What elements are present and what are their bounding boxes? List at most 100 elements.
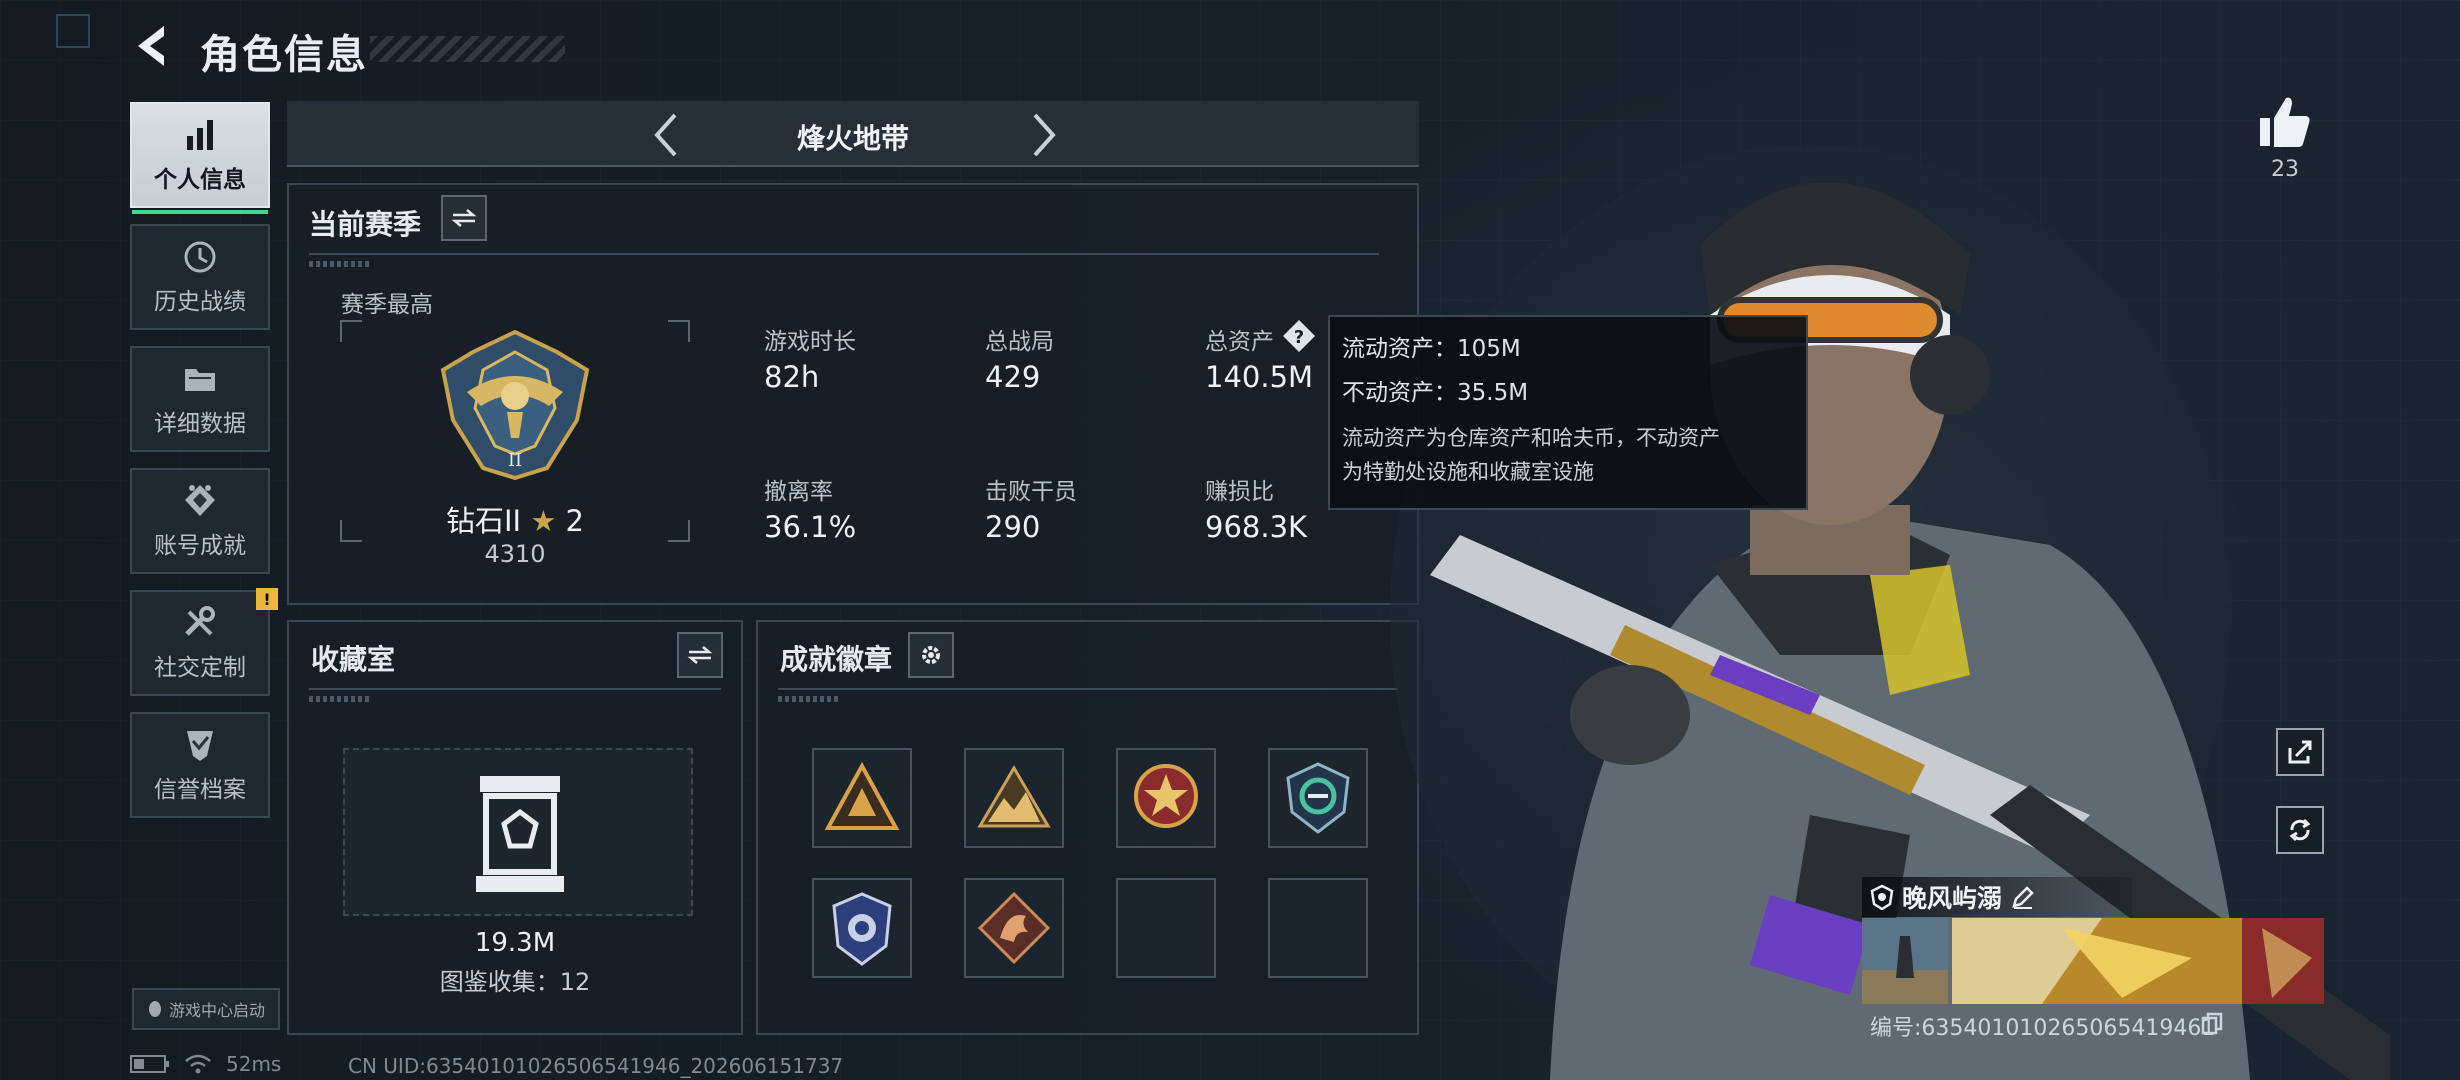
achievement-badge[interactable] [1116, 748, 1216, 848]
collection-value: 19.3M [474, 928, 556, 958]
display-case-icon [476, 776, 564, 892]
section-title: 成就徽章 [780, 643, 893, 676]
mode-title: 烽火地带 [796, 122, 909, 155]
share-icon [2288, 740, 2312, 764]
side-nav: 个人信息 历史战绩 详细数据 账号成就 ! 社交定制 信誉档案 [130, 102, 278, 834]
tooltip-liquid-assets: 流动资产：105M [1342, 336, 1521, 362]
rank-name-row: 钻石II ★ 2 [340, 498, 690, 540]
corner-decoration [56, 14, 90, 48]
status-bar: 52ms [130, 1052, 281, 1076]
star-medal-icon [1134, 764, 1198, 828]
like-count: 23 [2271, 157, 2299, 182]
section-title: 收藏室 [311, 643, 396, 676]
achievement-badge[interactable] [812, 878, 912, 978]
shield-check-icon [187, 731, 213, 761]
shield-emblem-icon [1286, 762, 1350, 834]
player-id: 编号:635401010265065419461 [1870, 1016, 2216, 1041]
season-highest-label: 赛季最高 [341, 292, 433, 318]
rank-frame: II 钻石II ★ 2 4310 [340, 320, 690, 568]
section-deco [778, 696, 838, 702]
game-center-launch-button[interactable]: 游戏中心启动 [132, 988, 280, 1030]
penguin-icon [148, 1001, 161, 1017]
stat-value-extract-rate: 36.1% [764, 510, 857, 544]
chevron-right-icon[interactable] [1023, 111, 1063, 159]
help-icon[interactable]: ? [1281, 318, 1317, 354]
triangle-badge-icon [824, 761, 900, 830]
nav-item-label: 社交定制 [154, 655, 246, 681]
achievement-badge[interactable] [964, 878, 1064, 978]
stat-value-assets: 140.5M [1205, 360, 1314, 394]
section-deco [309, 696, 369, 702]
stat-label-profit-ratio: 赚损比 [1205, 479, 1274, 505]
swap-icon [451, 209, 477, 227]
refresh-icon [2289, 818, 2311, 842]
nav-item-label: 详细数据 [154, 411, 246, 437]
empty-badge-slot[interactable] [1116, 878, 1216, 978]
wifi-icon [185, 1054, 211, 1074]
nav-item-credit[interactable]: 信誉档案 [130, 712, 270, 818]
page-title: 角色信息 [200, 32, 368, 78]
section-deco [309, 261, 369, 267]
ping-value: 52ms [226, 1052, 282, 1076]
player-name: 晚风屿溺 [1902, 884, 2003, 913]
nav-item-label: 信誉档案 [154, 777, 246, 803]
launch-label: 游戏中心启动 [168, 1001, 265, 1020]
share-button[interactable] [2276, 728, 2324, 776]
nav-item-profile[interactable]: 个人信息 [130, 102, 270, 214]
catalog-count: 图鉴收集：12 [439, 968, 591, 996]
switch-button[interactable] [441, 195, 487, 241]
achievement-panel: 成就徽章 [756, 620, 1419, 1035]
nav-item-label: 账号成就 [154, 533, 246, 559]
folder-icon [185, 369, 215, 391]
nav-item-achievements[interactable]: 账号成就 [130, 468, 270, 574]
cn-uid: CN UID:6354010102650654194​6_20260615173… [348, 1054, 844, 1078]
section-divider [309, 253, 1379, 255]
title-decoration [370, 36, 565, 62]
rank-name: 钻石II [446, 504, 522, 538]
collection-panel: 收藏室 19.3M 图鉴收集：12 [287, 620, 743, 1035]
back-arrow-icon[interactable] [130, 22, 176, 70]
dragon-badge-icon [977, 891, 1051, 965]
section-divider [778, 688, 1398, 690]
stat-label-extract-rate: 撤离率 [764, 479, 833, 505]
settings-button[interactable] [908, 632, 954, 678]
star-icon: ★ [530, 504, 557, 538]
achievement-badge[interactable] [812, 748, 912, 848]
stat-value-kills: 290 [985, 510, 1041, 544]
stat-label-kills: 击败干员 [985, 479, 1077, 505]
nav-item-history[interactable]: 历史战绩 [130, 224, 270, 330]
mode-selector: 烽火地带 [287, 101, 1419, 167]
player-name-bar: 晚风屿溺 [1862, 877, 2132, 917]
gear-icon [922, 646, 940, 664]
assets-tooltip: 流动资产：105M 不动资产：35.5M 流动资产为仓库资产和哈夫币，不动资产 … [1328, 315, 1808, 510]
stat-label-playtime: 游戏时长 [764, 329, 856, 355]
collection-preview[interactable] [343, 748, 693, 916]
battery-icon [130, 1055, 169, 1073]
stat-label-matches: 总战局 [985, 329, 1054, 355]
copy-icon[interactable] [2200, 1012, 2224, 1036]
tooltip-description-line1: 流动资产为仓库资产和哈夫币，不动资产 [1342, 426, 1720, 450]
nav-item-label: 个人信息 [154, 167, 246, 193]
refresh-button[interactable] [2276, 806, 2324, 854]
section-title: 当前赛季 [309, 208, 422, 241]
mountain-badge-icon [977, 765, 1051, 828]
stat-value-playtime: 82h [764, 360, 820, 394]
switch-button[interactable] [677, 632, 723, 678]
nav-item-details[interactable]: 详细数据 [130, 346, 270, 452]
edit-icon[interactable] [2010, 884, 2036, 910]
nav-item-label: 历史战绩 [154, 289, 246, 315]
player-card-images[interactable] [1862, 918, 2324, 1004]
tooltip-description-line2: 为特勤处设施和收藏室设施 [1342, 460, 1594, 484]
warning-badge: ! [256, 588, 278, 610]
section-divider [309, 688, 721, 690]
rank-stars: 2 [565, 504, 584, 538]
rank-score: 4310 [484, 540, 546, 568]
svg-text:II: II [508, 450, 522, 471]
nav-item-social[interactable]: ! 社交定制 [130, 588, 278, 696]
emblem-icon [1870, 884, 1894, 910]
svg-text:?: ? [1294, 327, 1304, 348]
achievement-badge[interactable] [964, 748, 1064, 848]
bar-chart-icon [187, 120, 213, 150]
thumbs-up-icon[interactable] [2254, 92, 2314, 152]
stat-label-assets: 总资产 [1205, 329, 1274, 355]
